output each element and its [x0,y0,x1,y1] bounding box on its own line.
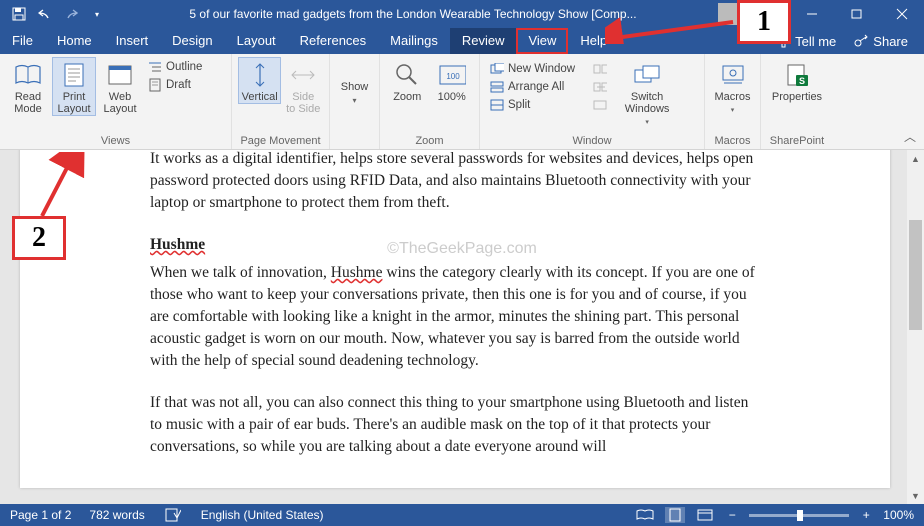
outline-icon [148,60,162,74]
group-label-macros: Macros [711,133,754,149]
callout-1: 1 [737,0,791,44]
print-layout-icon [60,61,88,89]
tab-review[interactable]: Review [450,28,517,54]
read-mode-button[interactable]: Read Mode [6,57,50,115]
zoom-level[interactable]: 100% [883,508,914,522]
properties-icon: S [783,61,811,89]
group-label-window: Window [486,133,698,149]
print-layout-view-icon[interactable] [665,507,685,523]
tab-view[interactable]: View [516,28,568,54]
scroll-down-icon[interactable]: ▼ [907,487,924,504]
undo-icon[interactable] [34,3,56,25]
print-layout-button[interactable]: Print Layout [52,57,96,116]
tab-home[interactable]: Home [45,28,104,54]
macros-button[interactable]: Macros ▾ [711,57,754,117]
vertical-icon [246,61,274,89]
document-area[interactable]: It works as a digital identifier, helps … [0,150,924,504]
share-button[interactable]: Share [854,34,908,49]
arrow-2 [38,152,88,222]
macros-icon [719,61,747,89]
arrange-all-button[interactable]: Arrange All [486,79,579,95]
zoom-icon [393,61,421,89]
scroll-thumb[interactable] [909,220,922,330]
sync-scroll-button[interactable] [589,79,611,95]
tab-insert[interactable]: Insert [104,28,161,54]
switch-windows-icon [633,61,661,89]
tab-file[interactable]: File [0,28,45,54]
group-label-views: Views [6,133,225,149]
tab-references[interactable]: References [288,28,378,54]
read-mode-icon [14,61,42,89]
minimize-button[interactable] [789,0,834,28]
share-icon [854,34,868,48]
proofing-icon[interactable] [163,507,183,523]
document-page[interactable]: It works as a digital identifier, helps … [20,150,890,488]
side-to-side-icon [289,61,317,89]
group-label-sharepoint: SharePoint [767,133,827,149]
paragraph[interactable]: When we talk of innovation, Hushme wins … [150,262,760,372]
new-window-button[interactable]: New Window [486,61,579,77]
web-layout-view-icon[interactable] [695,507,715,523]
tab-mailings[interactable]: Mailings [378,28,450,54]
split-button[interactable]: Split [486,97,579,113]
properties-button[interactable]: S Properties [767,57,827,103]
save-icon[interactable] [8,3,30,25]
side-to-side-button[interactable]: Side to Side [283,57,323,115]
svg-text:100: 100 [446,72,460,81]
status-language[interactable]: English (United States) [201,508,324,522]
status-words[interactable]: 782 words [89,508,144,522]
redo-icon[interactable] [60,3,82,25]
collapse-ribbon-icon[interactable]: ︿ [904,128,916,145]
svg-text:S: S [799,76,805,86]
tab-design[interactable]: Design [160,28,224,54]
status-page[interactable]: Page 1 of 2 [10,508,71,522]
group-label-zoom: Zoom [386,133,473,149]
zoom-button[interactable]: Zoom [386,57,429,103]
zoom-in-icon[interactable]: + [859,507,873,523]
show-button[interactable]: Show ▾ [336,57,373,107]
draft-button[interactable]: Draft [144,77,206,93]
callout-2: 2 [12,216,66,260]
heading-hushme[interactable]: Hushme [150,234,760,256]
scroll-up-icon[interactable]: ▲ [907,150,924,167]
zoom-100-button[interactable]: 100 100% [431,57,474,103]
qat-customize-icon[interactable]: ▾ [86,3,108,25]
vertical-scrollbar[interactable]: ▲ ▼ [907,150,924,504]
zoom-out-icon[interactable]: − [725,507,739,523]
read-mode-view-icon[interactable] [635,507,655,523]
new-window-icon [490,62,504,76]
web-layout-button[interactable]: Web Layout [98,57,142,115]
split-icon [490,98,504,112]
group-label-page-movement: Page Movement [238,133,323,149]
draft-icon [148,78,162,92]
reset-window-button[interactable] [589,97,611,113]
vertical-button[interactable]: Vertical [238,57,281,104]
maximize-button[interactable] [834,0,879,28]
web-layout-icon [106,61,134,89]
arrow-1 [605,16,737,44]
switch-windows-button[interactable]: Switch Windows ▾ [619,57,675,129]
zoom-slider[interactable] [749,514,849,517]
zoom-100-icon: 100 [438,61,466,89]
view-side-by-side-button[interactable] [589,61,611,77]
close-button[interactable] [879,0,924,28]
paragraph[interactable]: It works as a digital identifier, helps … [150,150,760,214]
arrange-all-icon [490,80,504,94]
paragraph[interactable]: If that was not all, you can also connec… [150,392,760,458]
tab-layout[interactable]: Layout [225,28,288,54]
outline-button[interactable]: Outline [144,59,206,75]
